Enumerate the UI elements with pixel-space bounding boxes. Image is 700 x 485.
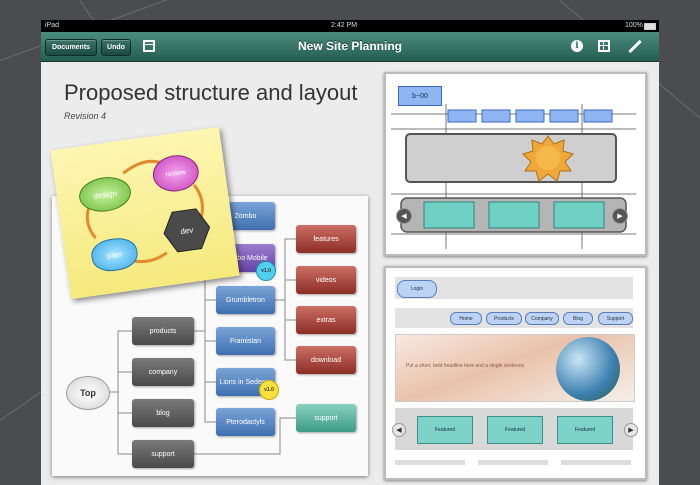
mockup-footer-line: [395, 460, 465, 465]
mockup-right-arrow-icon[interactable]: ▶: [624, 423, 638, 437]
version-badge-yellow: v1.0: [259, 380, 279, 400]
diagram-node-pterodactyls[interactable]: Pterodactyls: [216, 408, 275, 436]
cycle-node-dev[interactable]: dev: [160, 205, 214, 255]
documents-button[interactable]: Documents: [45, 39, 97, 56]
diagram-node-features[interactable]: features: [296, 225, 356, 253]
mockup-footer-line: [478, 460, 548, 465]
mockup-footer-line: [561, 460, 631, 465]
grid-view-icon[interactable]: [598, 40, 610, 52]
slide-subtitle: Revision 4: [64, 111, 107, 121]
mockup-left-arrow-icon[interactable]: ◀: [392, 423, 406, 437]
info-icon[interactable]: i: [571, 40, 583, 52]
sidebar-toggle-icon[interactable]: [143, 40, 155, 52]
diagram-node-blog[interactable]: blog: [132, 399, 194, 427]
globe-image: [556, 337, 620, 401]
undo-button[interactable]: Undo: [101, 39, 131, 56]
diagram-node-support[interactable]: support: [132, 440, 194, 468]
diagram-node-support-site[interactable]: support: [296, 404, 356, 432]
wireframe-right-arrow-icon[interactable]: ▶: [612, 208, 628, 224]
document-title: New Site Planning: [297, 39, 402, 53]
diagram-node-extras[interactable]: extras: [296, 306, 356, 334]
mockup-nav-blog[interactable]: Blog: [563, 312, 593, 325]
mockup-nav-products[interactable]: Products: [486, 312, 522, 325]
toolbar: New Site Planning Documents Undo i: [41, 32, 659, 62]
mockup-featured-item[interactable]: Featured: [487, 416, 543, 444]
clock-label: 2:42 PM: [331, 22, 358, 29]
sticky-note[interactable]: design review plan dev: [50, 126, 240, 300]
slide-title: Proposed structure and layout: [64, 80, 358, 105]
mockup-hero-text: Put a short, bold headline here and a si…: [406, 363, 525, 369]
mockup-hero-banner: Put a short, bold headline here and a si…: [395, 334, 635, 402]
diagram-node-framistan[interactable]: Framistan: [216, 327, 275, 355]
diagram-node-company[interactable]: company: [132, 358, 194, 386]
background-streak: [430, 0, 491, 1]
diagram-node-videos[interactable]: videos: [296, 266, 356, 294]
carrier-label: iPad: [45, 22, 60, 29]
version-badge-blue: v1.0: [256, 261, 276, 281]
diagram-node-download[interactable]: download: [296, 346, 356, 374]
status-bar: iPad 2:42 PM 100%: [41, 20, 659, 32]
diagram-node-top[interactable]: Top: [66, 376, 110, 410]
mockup-login-button[interactable]: Login: [397, 280, 437, 298]
mockup-featured-item[interactable]: Featured: [417, 416, 473, 444]
mockup-nav-company[interactable]: Company: [525, 312, 559, 325]
battery-icon: [644, 23, 656, 30]
diagram-node-products[interactable]: products: [132, 317, 194, 345]
diagram-node-grumbletron[interactable]: Grumbletron: [216, 286, 275, 314]
battery-label: 100%: [625, 22, 643, 29]
mockup-featured-item[interactable]: Featured: [557, 416, 613, 444]
wireframe-logo: b~00: [398, 86, 442, 106]
cycle-arrows: [85, 159, 204, 264]
mockup-nav-support[interactable]: Support: [598, 312, 633, 325]
wireframe-left-arrow-icon[interactable]: ◀: [396, 208, 412, 224]
mockup-nav-home[interactable]: Home: [450, 312, 482, 325]
